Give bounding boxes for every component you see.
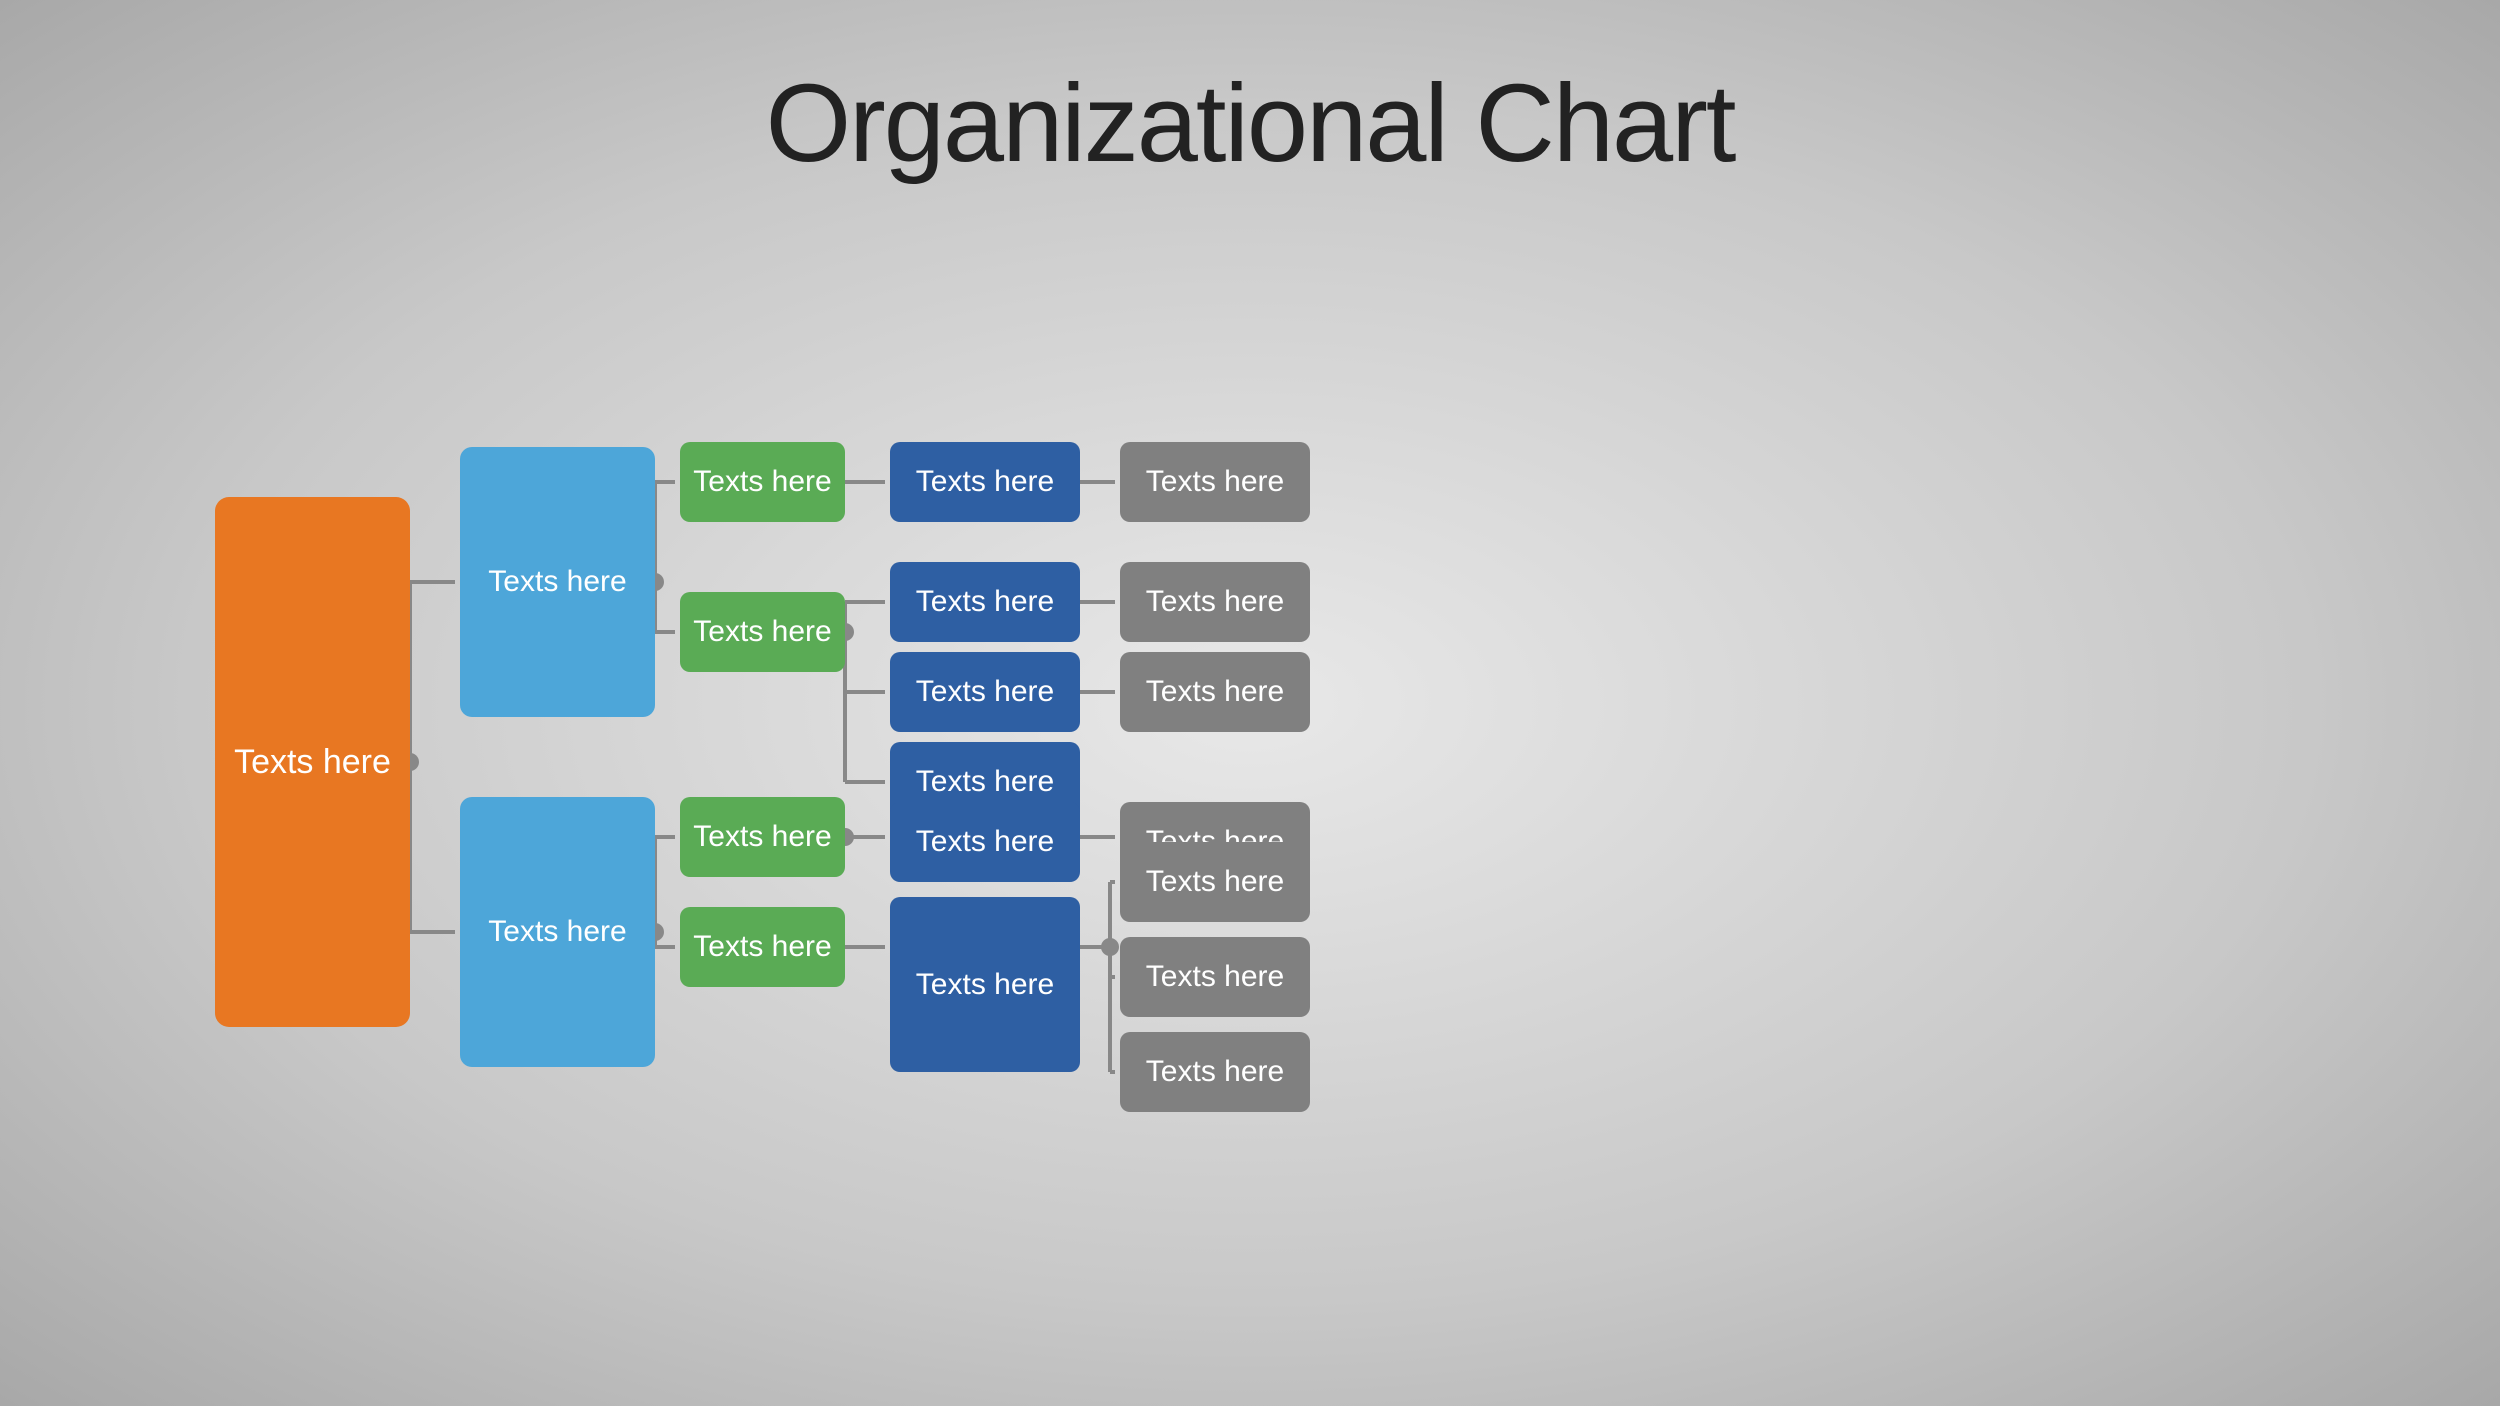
node-l2a-label: Texts here [693,465,831,499]
node-l3f: Texts here [890,897,1080,1072]
page-title: Organizational Chart [0,0,2500,227]
node-l3e-label: Texts here [916,825,1054,859]
node-l2c-label: Texts here [693,820,831,854]
node-l4e-label: Texts here [1146,865,1284,899]
node-l2b-label: Texts here [693,615,831,649]
node-l1b: Texts here [460,797,655,1067]
node-l2b: Texts here [680,592,845,672]
node-root-label: Texts here [234,743,391,782]
node-l3b-label: Texts here [916,585,1054,619]
node-l3f-label: Texts here [916,968,1054,1002]
node-l3a: Texts here [890,442,1080,522]
node-l2d-label: Texts here [693,930,831,964]
node-l2c: Texts here [680,797,845,877]
node-l3c: Texts here [890,652,1080,732]
node-l4g: Texts here [1120,1032,1310,1112]
node-l3b: Texts here [890,562,1080,642]
node-l4a-label: Texts here [1146,465,1284,499]
node-l4c: Texts here [1120,652,1310,732]
node-l1a-label: Texts here [488,565,626,599]
node-l3d-label: Texts here [916,765,1054,799]
node-l4g-label: Texts here [1146,1055,1284,1089]
node-l3e: Texts here [890,802,1080,882]
node-l4f-label: Texts here [1146,960,1284,994]
node-l4b: Texts here [1120,562,1310,642]
node-l4b-label: Texts here [1146,585,1284,619]
node-l3c-label: Texts here [916,675,1054,709]
node-l4c-label: Texts here [1146,675,1284,709]
node-l4e: Texts here [1120,842,1310,922]
node-l2d: Texts here [680,907,845,987]
node-l4f: Texts here [1120,937,1310,1017]
chart-area: Texts here Texts here Texts here Texts h… [0,227,2500,1327]
node-l4a: Texts here [1120,442,1310,522]
node-l2a: Texts here [680,442,845,522]
node-l1b-label: Texts here [488,915,626,949]
node-l1a: Texts here [460,447,655,717]
node-l3a-label: Texts here [916,465,1054,499]
node-root: Texts here [215,497,410,1027]
